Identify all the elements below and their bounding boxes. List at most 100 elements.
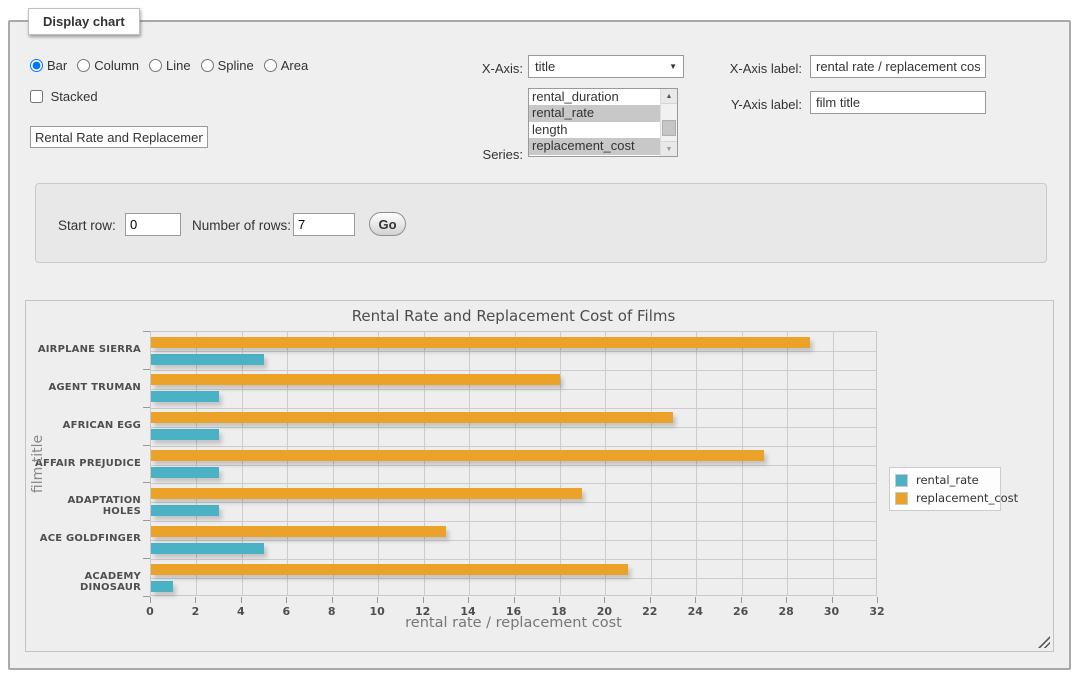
bar-replacement_cost-adaptation-holes <box>151 488 582 499</box>
scroll-up-icon[interactable]: ▲ <box>661 89 677 104</box>
x-tick-mark <box>604 597 605 603</box>
chart-type-radio-label: Column <box>94 58 139 73</box>
series-options: rental_durationrental_ratelengthreplacem… <box>529 89 660 156</box>
chart-title-input[interactable] <box>30 126 208 148</box>
vertical-gridline <box>378 332 379 595</box>
plot-area <box>150 331 877 596</box>
start-row-input[interactable] <box>125 213 181 236</box>
chart-type-radio-column[interactable] <box>77 59 90 72</box>
y-tick-mark <box>143 407 150 408</box>
y-tick-mark <box>143 331 150 332</box>
chart-type-option-line[interactable]: Line <box>149 58 191 73</box>
number-of-rows-input[interactable] <box>293 213 355 236</box>
chart-legend: rental_ratereplacement_cost <box>889 467 1001 511</box>
chart-type-option-column[interactable]: Column <box>77 58 139 73</box>
panel-legend-title: Display chart <box>28 8 140 35</box>
y-axis-label-label: Y-Axis label: <box>714 97 802 112</box>
y-tick-label: ACE GOLDFINGER <box>26 533 141 544</box>
bar-replacement_cost-academy-dinosaur <box>151 564 628 575</box>
bar-replacement_cost-ace-goldfinger <box>151 526 446 537</box>
x-axis-selected-value: title <box>535 59 555 74</box>
vertical-gridline <box>787 332 788 595</box>
go-button[interactable]: Go <box>369 212 406 236</box>
vertical-gridline <box>742 332 743 595</box>
x-tick-mark <box>468 597 469 603</box>
y-tick-mark <box>143 445 150 446</box>
scroll-down-icon[interactable]: ▼ <box>661 141 677 156</box>
bar-replacement_cost-affair-prejudice <box>151 450 764 461</box>
stacked-checkbox[interactable] <box>30 90 43 103</box>
x-tick-mark <box>650 597 651 603</box>
y-tick-mark <box>143 369 150 370</box>
y-tick-label: AIRPLANE SIERRA <box>26 344 141 355</box>
chart-type-radio-spline[interactable] <box>201 59 214 72</box>
horizontal-gridline <box>151 559 876 560</box>
x-tick-mark <box>332 597 333 603</box>
start-row-label: Start row: <box>58 218 116 233</box>
stacked-option[interactable]: Stacked <box>30 89 98 104</box>
scrollbar-thumb[interactable] <box>662 120 676 136</box>
legend-label: rental_rate <box>916 473 979 487</box>
y-axis-label-input[interactable] <box>810 91 986 114</box>
resize-handle-icon[interactable] <box>1038 636 1050 648</box>
y-tick-label: AGENT TRUMAN <box>26 382 141 393</box>
chart-type-option-bar[interactable]: Bar <box>30 58 67 73</box>
y-tick-mark <box>143 520 150 521</box>
y-axis-title: film title <box>30 394 46 534</box>
legend-swatch-icon <box>895 492 908 505</box>
horizontal-gridline <box>151 427 876 428</box>
chart-type-option-area[interactable]: Area <box>264 58 308 73</box>
x-axis-select-label: X-Axis: <box>450 61 523 76</box>
x-axis-select[interactable]: title ▼ <box>528 55 684 78</box>
vertical-gridline <box>196 332 197 595</box>
chart-type-radio-line[interactable] <box>149 59 162 72</box>
number-of-rows-label: Number of rows: <box>192 218 291 233</box>
y-tick-mark <box>143 482 150 483</box>
stacked-label: Stacked <box>51 89 98 104</box>
x-axis-label-input[interactable] <box>810 55 986 78</box>
vertical-gridline <box>560 332 561 595</box>
bar-rental_rate-african-egg <box>151 429 219 440</box>
x-tick-mark <box>423 597 424 603</box>
horizontal-gridline <box>151 483 876 484</box>
horizontal-gridline <box>151 370 876 371</box>
bar-rental_rate-airplane-sierra <box>151 354 264 365</box>
y-tick-mark <box>143 596 150 597</box>
chart-type-radio-label: Bar <box>47 58 67 73</box>
x-tick-mark <box>832 597 833 603</box>
chart-type-radio-label: Spline <box>218 58 254 73</box>
series-option-rental_rate[interactable]: rental_rate <box>529 105 660 121</box>
chart-type-radio-area[interactable] <box>264 59 277 72</box>
x-tick-mark <box>786 597 787 603</box>
listbox-scrollbar[interactable]: ▲ ▼ <box>660 89 677 156</box>
x-tick-mark <box>695 597 696 603</box>
bar-rental_rate-academy-dinosaur <box>151 581 173 592</box>
chart-type-option-spline[interactable]: Spline <box>201 58 254 73</box>
bar-rental_rate-adaptation-holes <box>151 505 219 516</box>
dropdown-arrow-icon: ▼ <box>669 62 677 71</box>
bar-replacement_cost-african-egg <box>151 412 673 423</box>
vertical-gridline <box>605 332 606 595</box>
x-tick-mark <box>559 597 560 603</box>
vertical-gridline <box>287 332 288 595</box>
display-chart-panel: Display chart BarColumnLineSplineArea St… <box>8 20 1071 670</box>
bar-rental_rate-agent-truman <box>151 391 219 402</box>
x-axis-title: rental rate / replacement cost <box>150 615 877 631</box>
chart-type-radio-label: Area <box>281 58 308 73</box>
vertical-gridline <box>833 332 834 595</box>
y-tick-label: ACADEMY DINOSAUR <box>26 571 141 593</box>
series-listbox[interactable]: rental_durationrental_ratelengthreplacem… <box>528 88 678 157</box>
horizontal-gridline <box>151 465 876 466</box>
horizontal-gridline <box>151 446 876 447</box>
series-option-rental_duration[interactable]: rental_duration <box>529 89 660 105</box>
horizontal-gridline <box>151 502 876 503</box>
chart-type-radio-label: Line <box>166 58 191 73</box>
vertical-gridline <box>242 332 243 595</box>
vertical-gridline <box>651 332 652 595</box>
horizontal-gridline <box>151 521 876 522</box>
series-option-length[interactable]: length <box>529 122 660 138</box>
chart-type-radio-bar[interactable] <box>30 59 43 72</box>
vertical-gridline <box>469 332 470 595</box>
series-option-replacement_cost[interactable]: replacement_cost <box>529 138 660 154</box>
x-tick-mark <box>286 597 287 603</box>
